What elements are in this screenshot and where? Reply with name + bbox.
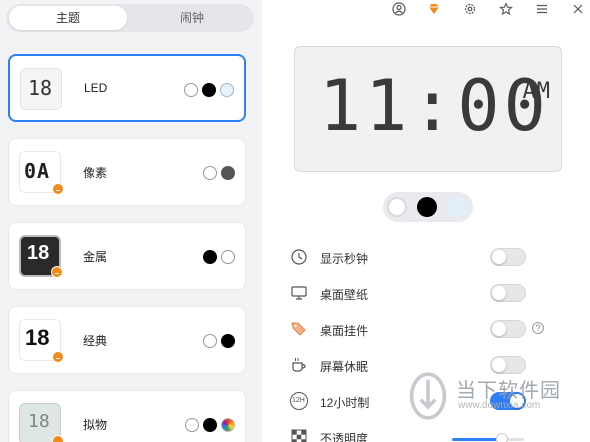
theme-card-classic[interactable]: 18 经典: [8, 306, 246, 374]
clock-preview: 11:00 AM: [294, 46, 562, 172]
12h-icon: 12H: [290, 392, 308, 410]
theme-name: 经典: [83, 334, 108, 348]
clock-time: 11:00: [319, 65, 550, 147]
color-gray[interactable]: [221, 166, 235, 180]
premium-badge-icon: [52, 435, 64, 442]
preview-color-selector: [383, 192, 473, 222]
tab-bar: 主题 闹钟: [6, 4, 254, 32]
desktop-wallpaper-toggle[interactable]: [490, 284, 526, 302]
color-black[interactable]: [221, 334, 235, 348]
clock-ampm: AM: [522, 79, 551, 104]
metal-thumbnail: 18: [19, 235, 63, 278]
skeuomorphic-thumbnail-digits: 18: [28, 411, 50, 432]
premium-badge-icon: [51, 266, 63, 278]
screen-sleep-toggle[interactable]: [490, 356, 526, 374]
classic-thumbnail: 18: [19, 319, 64, 363]
theme-card-pixel[interactable]: 0A 像素: [8, 138, 246, 206]
color-options: [203, 334, 235, 348]
color-white[interactable]: [184, 83, 198, 97]
theme-name: 拟物: [83, 418, 108, 432]
12-hour-toggle[interactable]: [490, 392, 526, 410]
color-rainbow[interactable]: [221, 418, 235, 432]
setting-show-seconds: 显示秒钟: [290, 246, 550, 268]
theme-panel: 主题 闹钟 18 LED 0A 像素 18 金属 18 经典 18 拟物: [0, 0, 262, 442]
color-light-blue[interactable]: [220, 83, 234, 97]
setting-label: 屏幕休眠: [320, 360, 369, 374]
color-white[interactable]: [203, 334, 217, 348]
clock-icon: [291, 249, 307, 265]
color-white[interactable]: [185, 418, 199, 432]
setting-label: 不透明度: [320, 432, 369, 442]
preview-color-white[interactable]: [387, 197, 407, 217]
classic-thumbnail-digits: 18: [25, 325, 50, 350]
setting-label: 显示秒钟: [320, 252, 369, 266]
pixel-thumbnail: 0A: [19, 151, 64, 195]
gear-icon[interactable]: [463, 2, 477, 16]
skeuomorphic-thumbnail: 18: [19, 403, 64, 442]
color-options: [203, 166, 235, 180]
theme-card-skeuomorphic[interactable]: 18 拟物: [8, 390, 246, 442]
checker-icon: [291, 429, 307, 442]
opacity-slider[interactable]: [452, 433, 524, 442]
led-thumbnail: 18: [20, 68, 62, 110]
setting-label: 12小时制: [320, 396, 370, 410]
theme-name: LED: [84, 81, 108, 95]
preview-color-light-blue[interactable]: [447, 197, 467, 217]
help-icon[interactable]: ?: [532, 322, 544, 334]
star-icon[interactable]: [499, 2, 513, 16]
color-options: [203, 250, 235, 264]
setting-screen-sleep: 屏幕休眠: [290, 354, 550, 376]
color-white[interactable]: [203, 166, 217, 180]
color-options: [184, 83, 234, 97]
setting-opacity: 不透明度: [290, 426, 550, 442]
theme-card-metal[interactable]: 18 金属: [8, 222, 246, 290]
color-black[interactable]: [202, 83, 216, 97]
coffee-cup-icon: [292, 358, 306, 372]
color-black[interactable]: [203, 418, 217, 432]
close-icon[interactable]: [571, 2, 585, 16]
user-icon[interactable]: [392, 2, 406, 16]
tab-alarm[interactable]: 闹钟: [133, 6, 251, 30]
preview-color-black[interactable]: [417, 197, 437, 217]
menu-icon[interactable]: [535, 2, 549, 16]
show-seconds-toggle[interactable]: [490, 248, 526, 266]
tab-theme[interactable]: 主题: [9, 6, 127, 30]
theme-name: 像素: [83, 166, 108, 180]
toggle-knob: [492, 286, 506, 300]
opacity-slider-knob[interactable]: [496, 433, 509, 442]
setting-label: 桌面挂件: [320, 324, 369, 338]
tag-icon: [291, 322, 306, 336]
12h-icon-text: 12H: [292, 397, 305, 404]
opacity-slider-fill: [452, 438, 503, 441]
toggle-knob: [492, 322, 506, 336]
color-white[interactable]: [221, 250, 235, 264]
toggle-knob: [492, 358, 506, 372]
monitor-icon: [291, 286, 307, 300]
toggle-knob: [510, 394, 524, 408]
premium-badge-icon: [52, 183, 64, 195]
color-options: [185, 418, 235, 432]
theme-name: 金属: [83, 250, 108, 264]
theme-card-led[interactable]: 18 LED: [8, 54, 246, 122]
metal-thumbnail-digits: 18: [27, 242, 50, 264]
setting-12-hour: 12H 12小时制: [290, 390, 550, 412]
window-toolbar: [380, 0, 590, 18]
setting-desktop-wallpaper: 桌面壁纸: [290, 282, 550, 304]
pixel-thumbnail-digits: 0A: [24, 159, 51, 183]
setting-label: 桌面壁纸: [320, 288, 369, 302]
desktop-widget-toggle[interactable]: [490, 320, 526, 338]
diamond-icon[interactable]: [427, 2, 441, 16]
color-black[interactable]: [203, 250, 217, 264]
premium-badge-icon: [52, 351, 64, 363]
setting-desktop-widget: 桌面挂件 ?: [290, 318, 550, 340]
toggle-knob: [492, 250, 506, 264]
led-thumbnail-digits: 18: [28, 76, 53, 100]
